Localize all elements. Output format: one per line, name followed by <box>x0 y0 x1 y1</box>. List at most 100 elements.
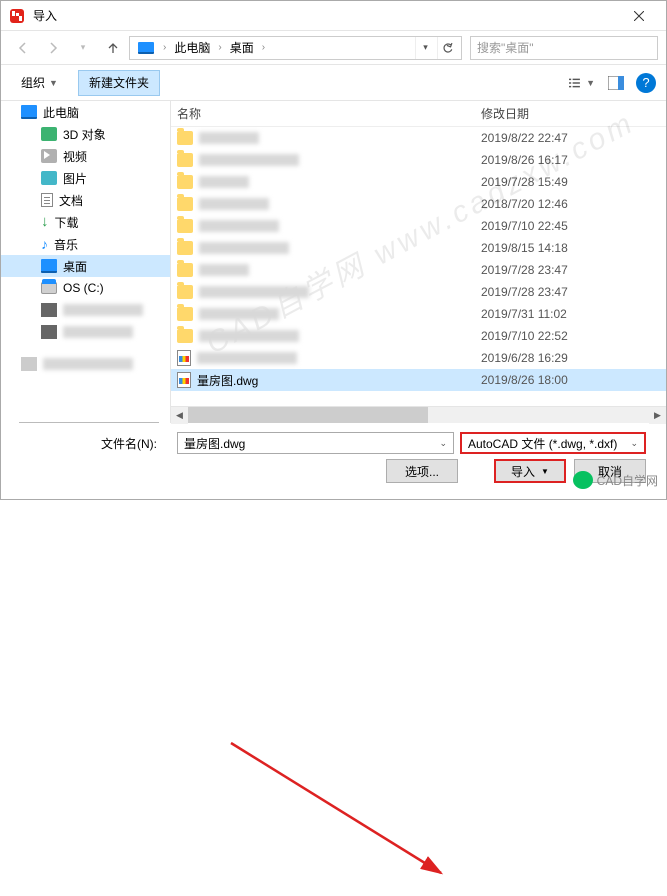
new-folder-button[interactable]: 新建文件夹 <box>78 70 160 96</box>
column-header-name[interactable]: 名称 <box>171 105 481 122</box>
sidebar-item-videos[interactable]: 视频 <box>1 145 170 167</box>
preview-pane-icon <box>608 76 624 90</box>
sidebar-item-desktop[interactable]: 桌面 <box>1 255 170 277</box>
picture-icon <box>41 171 57 185</box>
folder-icon <box>177 153 193 167</box>
sidebar-item-music[interactable]: ♪音乐 <box>1 233 170 255</box>
import-button[interactable]: 导入▼ <box>494 459 566 483</box>
download-icon: ↓ <box>41 215 49 229</box>
scroll-right-icon[interactable]: ▶ <box>649 407 666 424</box>
folder-icon <box>177 263 193 277</box>
sidebar-item-downloads[interactable]: ↓下载 <box>1 211 170 233</box>
filetype-select[interactable]: AutoCAD 文件 (*.dwg, *.dxf) ⌄ <box>460 432 646 454</box>
sidebar-item-label <box>43 358 133 370</box>
document-icon <box>41 193 53 207</box>
organize-button[interactable]: 组织 ▼ <box>11 70 68 96</box>
scrollbar-thumb[interactable] <box>188 407 428 423</box>
sidebar-item-label: 此电脑 <box>43 104 79 121</box>
chevron-down-icon: ⌄ <box>630 438 638 449</box>
breadcrumb[interactable]: › 此电脑 › 桌面 › ▾ <box>129 36 462 60</box>
sidebar-item-label <box>63 304 143 316</box>
folder-icon <box>177 285 193 299</box>
breadcrumb-dropdown[interactable]: ▾ <box>415 37 435 59</box>
chevron-down-icon: ▼ <box>586 78 595 88</box>
sidebar-item-label: 3D 对象 <box>63 126 106 143</box>
sidebar-item-obscured[interactable] <box>1 353 170 375</box>
scroll-left-icon[interactable]: ◀ <box>171 407 188 424</box>
file-row[interactable]: 2019/8/15 14:18 <box>171 237 666 259</box>
import-label: 导入 <box>511 463 535 480</box>
chevron-down-icon: ▾ <box>423 42 428 53</box>
folder-icon <box>177 175 193 189</box>
chevron-right-icon: › <box>160 42 169 53</box>
nav-back-button[interactable] <box>9 34 37 62</box>
desktop-icon <box>41 259 57 273</box>
column-header-date[interactable]: 修改日期 <box>481 105 611 122</box>
preview-pane-button[interactable] <box>602 71 630 95</box>
file-date: 2019/6/28 16:29 <box>481 351 631 365</box>
sidebar-item-pictures[interactable]: 图片 <box>1 167 170 189</box>
sidebar-item-os-c[interactable]: OS (C:) <box>1 277 170 299</box>
chevron-right-icon: › <box>259 42 268 53</box>
help-button[interactable]: ? <box>636 73 656 93</box>
folder-icon <box>177 241 193 255</box>
file-date: 2019/7/10 22:52 <box>481 329 631 343</box>
folder-icon <box>177 219 193 233</box>
pc-icon <box>138 42 154 54</box>
file-row[interactable]: 2019/7/28 15:49 <box>171 171 666 193</box>
sidebar-item-obscured[interactable] <box>1 321 170 343</box>
sidebar-item-label: 视频 <box>63 148 87 165</box>
pc-icon <box>21 105 37 119</box>
chevron-down-icon: ▾ <box>81 42 86 53</box>
cube-icon <box>41 127 57 141</box>
file-date: 2019/7/28 15:49 <box>481 175 631 189</box>
file-name <box>199 198 269 210</box>
close-icon <box>634 11 644 21</box>
scrollbar-track[interactable] <box>428 407 649 423</box>
breadcrumb-location[interactable]: 桌面 <box>227 39 257 56</box>
file-name <box>199 264 249 276</box>
search-input[interactable]: 搜索"桌面" <box>470 36 658 60</box>
file-row[interactable]: 2018/7/20 12:46 <box>171 193 666 215</box>
file-row[interactable]: 2019/7/28 23:47 <box>171 259 666 281</box>
list-view-icon <box>569 76 582 90</box>
drive-icon <box>41 282 57 294</box>
close-button[interactable] <box>616 2 662 30</box>
file-row[interactable]: vg2019/6/28 16:29 <box>171 347 666 369</box>
nav-up-button[interactable] <box>99 34 127 62</box>
file-row[interactable]: 2019/7/10 22:45 <box>171 215 666 237</box>
file-name <box>199 286 309 298</box>
sidebar-item-3d-objects[interactable]: 3D 对象 <box>1 123 170 145</box>
chevron-down-icon: ▼ <box>49 78 58 88</box>
file-row[interactable]: 2019/7/31 11:02 <box>171 303 666 325</box>
filetype-value: AutoCAD 文件 (*.dwg, *.dxf) <box>468 435 617 452</box>
cancel-button[interactable]: 取消 <box>574 459 646 483</box>
file-row[interactable]: 2019/8/26 16:17 <box>171 149 666 171</box>
nav-forward-button[interactable] <box>39 34 67 62</box>
file-row[interactable]: 2019/7/10 22:52 <box>171 325 666 347</box>
file-row[interactable]: 2019/8/22 22:47 <box>171 127 666 149</box>
horizontal-scrollbar[interactable]: ◀ ▶ <box>171 406 666 423</box>
sidebar-item-documents[interactable]: 文档 <box>1 189 170 211</box>
sidebar-item-label: OS (C:) <box>63 281 104 295</box>
sidebar-item-label: 桌面 <box>63 258 87 275</box>
file-date: 2019/8/15 14:18 <box>481 241 631 255</box>
file-row[interactable]: 2019/7/28 23:47 <box>171 281 666 303</box>
sidebar-item-obscured[interactable] <box>1 299 170 321</box>
file-row[interactable]: 量房图.dwg2019/8/26 18:00 <box>171 369 666 391</box>
file-name <box>199 176 249 188</box>
nav-recent-button[interactable]: ▾ <box>69 34 97 62</box>
window-title: 导入 <box>33 7 616 24</box>
file-list-header: 名称 修改日期 <box>171 101 666 127</box>
refresh-icon <box>442 42 454 54</box>
folder-icon <box>177 307 193 321</box>
view-mode-button[interactable]: ▼ <box>568 71 596 95</box>
sidebar-item-label: 音乐 <box>54 236 78 253</box>
refresh-button[interactable] <box>437 37 457 59</box>
filename-input[interactable]: 量房图.dwg ⌄ <box>177 432 454 454</box>
folder-icon <box>21 357 37 371</box>
breadcrumb-root[interactable]: 此电脑 <box>171 39 213 56</box>
sidebar-item-this-pc[interactable]: 此电脑 <box>1 101 170 123</box>
app-icon <box>9 8 25 24</box>
options-button[interactable]: 选项... <box>386 459 458 483</box>
